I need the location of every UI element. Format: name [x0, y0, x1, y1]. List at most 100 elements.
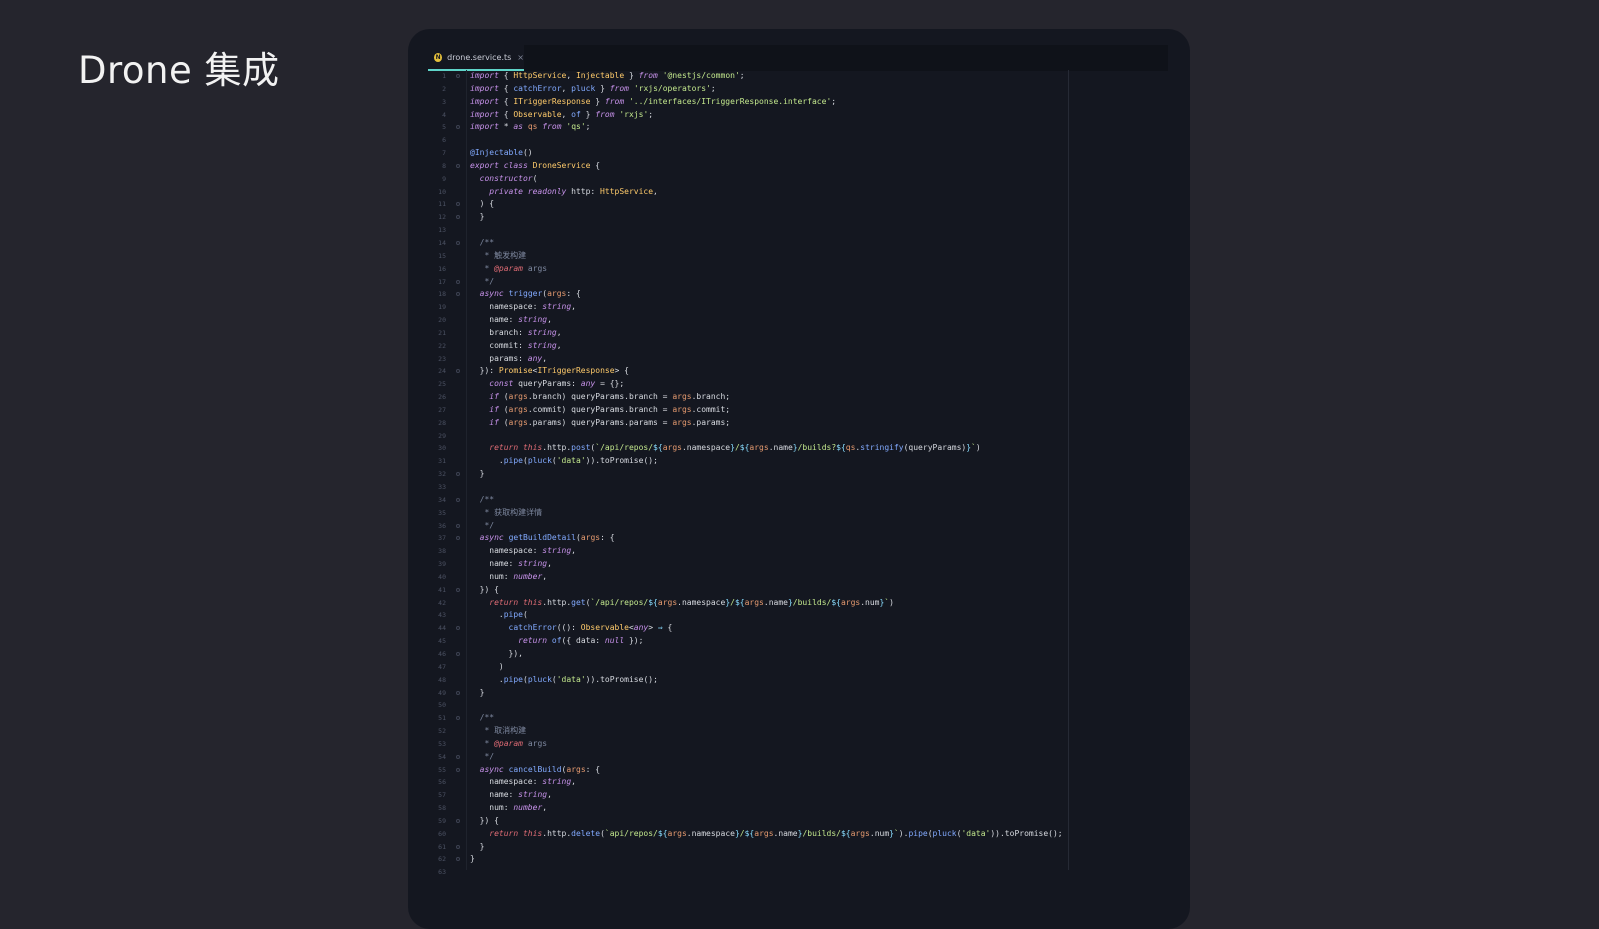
fold-toggle-icon[interactable] [456, 215, 460, 220]
code-token: }): [470, 366, 499, 376]
line-number: 52 [438, 727, 446, 736]
code-line: 33 [428, 481, 1168, 494]
code-token: ; [831, 96, 837, 106]
line-number: 61 [438, 842, 446, 851]
code-line: 40 num: number, [428, 571, 1168, 584]
fold-toggle-icon[interactable] [456, 857, 460, 862]
fold-toggle-icon[interactable] [456, 125, 460, 130]
code-text: import { HttpService, Injectable } from … [470, 70, 745, 83]
code-token: return this [489, 828, 543, 838]
code-text: name: string, [470, 314, 552, 327]
line-number: 36 [438, 521, 446, 530]
code-token: 'rxjs' [619, 109, 649, 119]
code-token: pipe [503, 610, 523, 620]
code-token: queryParams: [513, 379, 581, 389]
code-token: async [479, 289, 504, 299]
code-token: string [518, 315, 548, 325]
code-token: ; [585, 122, 591, 132]
code-line: 36 */ [428, 520, 1168, 533]
code-token: ; [739, 71, 745, 80]
code-text: }) { [470, 584, 499, 597]
code-line: 52 * 取消构建 [428, 725, 1168, 738]
code-line: 15 * 触发构建 [428, 250, 1168, 263]
code-token: .branch) queryParams.branch = [527, 392, 673, 402]
code-token: from [604, 96, 625, 106]
code-token: } [590, 96, 605, 106]
code-token: qs [845, 443, 856, 453]
code-text: num: number, [470, 802, 547, 815]
fold-toggle-icon[interactable] [456, 292, 460, 297]
fold-toggle-icon[interactable] [456, 369, 460, 374]
line-number: 39 [438, 560, 446, 569]
code-line: 28 if (args.params) queryParams.params =… [428, 417, 1168, 430]
fold-toggle-icon[interactable] [456, 626, 460, 631]
line-number: 11 [438, 200, 446, 209]
code-text: name: string, [470, 558, 552, 571]
code-text: import * as qs from 'qs'; [470, 121, 590, 134]
code-token: , [571, 302, 576, 312]
code-line: 50 [428, 699, 1168, 712]
line-number: 48 [438, 675, 446, 684]
line-number: 21 [438, 328, 446, 337]
line-number: 28 [438, 418, 446, 427]
fold-toggle-icon[interactable] [456, 472, 460, 477]
fold-toggle-icon[interactable] [456, 536, 460, 541]
code-text: async getBuildDetail(args: { [470, 532, 615, 545]
fold-toggle-icon[interactable] [456, 716, 460, 721]
code-token: .http. [542, 597, 572, 607]
code-line: 55 async cancelBuild(args: { [428, 764, 1168, 777]
code-token: ): [566, 623, 581, 633]
code-token: = {}; [595, 379, 625, 389]
code-line: 10 private readonly http: HttpService, [428, 186, 1168, 199]
code-token: '../interfaces/ITriggerResponse.interfac… [628, 96, 832, 106]
fold-toggle-icon[interactable] [456, 279, 460, 284]
code-text: }), [470, 648, 523, 661]
code-token: .commit) queryParams.branch = [527, 404, 673, 414]
code-token: ; [648, 109, 654, 119]
code-token: stringify [860, 443, 904, 453]
line-number: 32 [438, 470, 446, 479]
code-token: delete [571, 828, 601, 838]
code-line: 2 import { catchError, pluck } from 'rxjs… [428, 83, 1168, 96]
code-token: } [624, 71, 639, 80]
code-token: }), [470, 648, 523, 658]
fold-toggle-icon[interactable] [456, 844, 460, 849]
tab-drone-service[interactable]: N drone.service.ts × [428, 45, 524, 71]
line-number: 35 [438, 508, 446, 517]
code-text: } [470, 687, 485, 700]
fold-toggle-icon[interactable] [456, 690, 460, 695]
code-token: .params; [691, 417, 731, 427]
code-token: : { [585, 764, 601, 774]
line-number: 5 [442, 123, 446, 132]
fold-toggle-icon[interactable] [456, 651, 460, 656]
code-line: 62} [428, 853, 1168, 866]
fold-toggle-icon[interactable] [456, 587, 460, 592]
editor-tab-bar: N drone.service.ts × [428, 45, 1168, 71]
code-token: string [542, 777, 572, 787]
close-icon[interactable]: × [517, 53, 524, 62]
fold-toggle-icon[interactable] [456, 818, 460, 823]
fold-toggle-icon[interactable] [456, 202, 460, 207]
code-token: .name [768, 443, 793, 453]
code-token: getBuildDetail [508, 533, 576, 543]
fold-toggle-icon[interactable] [456, 163, 460, 168]
code-line: 37 async getBuildDetail(args: { [428, 532, 1168, 545]
code-token: @Injectable [470, 148, 523, 158]
fold-toggle-icon[interactable] [456, 74, 460, 78]
code-token: * [470, 738, 495, 748]
code-area[interactable]: 1 import { HttpService, Injectable } from… [428, 70, 1168, 879]
fold-toggle-icon[interactable] [456, 497, 460, 502]
code-line: 41 }) { [428, 584, 1168, 597]
code-line: 18 async trigger(args: { [428, 288, 1168, 301]
fold-toggle-icon[interactable] [456, 523, 460, 528]
line-number: 30 [438, 444, 446, 453]
fold-toggle-icon[interactable] [456, 754, 460, 759]
fold-toggle-icon[interactable] [456, 240, 460, 245]
code-token: args [566, 764, 586, 774]
code-token: namespace: [470, 777, 543, 787]
code-token: http: [566, 186, 601, 196]
code-token: number [513, 803, 543, 813]
fold-toggle-icon[interactable] [456, 767, 460, 772]
